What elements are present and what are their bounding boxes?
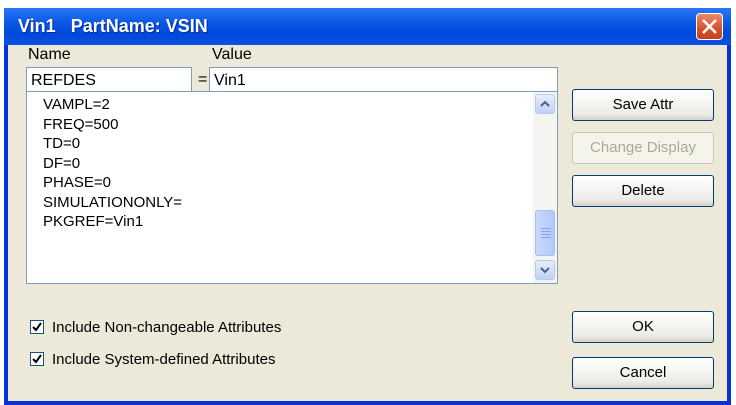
close-icon <box>702 19 717 34</box>
attribute-list-item[interactable]: DF=0 <box>43 154 182 174</box>
close-button[interactable] <box>696 13 723 40</box>
attribute-list-item[interactable]: PHASE=0 <box>43 173 182 193</box>
checkmark-icon <box>32 354 42 364</box>
save-attr-button[interactable]: Save Attr <box>572 89 714 121</box>
chevron-down-icon <box>540 267 550 274</box>
ok-button[interactable]: OK <box>572 311 714 343</box>
include-nonchangeable-option[interactable]: Include Non-changeable Attributes <box>30 319 350 337</box>
include-system-defined-label: Include System-defined Attributes <box>52 351 276 368</box>
attribute-list-item[interactable]: SIMULATIONONLY= <box>43 193 182 213</box>
cancel-button[interactable]: Cancel <box>572 357 714 389</box>
scroll-up-button[interactable] <box>535 94 555 114</box>
value-label: Value <box>212 46 252 63</box>
attribute-list-item[interactable]: PKGREF=Vin1 <box>43 212 182 232</box>
include-nonchangeable-checkbox[interactable] <box>30 320 44 334</box>
vertical-scrollbar[interactable] <box>533 92 557 283</box>
scroll-thumb[interactable] <box>535 210 555 256</box>
include-system-defined-checkbox[interactable] <box>30 352 44 366</box>
scroll-down-button[interactable] <box>535 260 555 280</box>
name-label: Name <box>28 46 71 63</box>
attribute-list-item[interactable]: FREQ=500 <box>43 115 182 135</box>
include-nonchangeable-label: Include Non-changeable Attributes <box>52 319 282 336</box>
dialog-body: Name Value REFDES = Vin1 VAMPL=2 FREQ=500… <box>8 45 727 401</box>
attribute-list-item[interactable]: TD=0 <box>43 134 182 154</box>
delete-button[interactable]: Delete <box>572 175 714 207</box>
dialog-title: Vin1 PartName: VSIN <box>18 16 208 36</box>
attribute-list[interactable]: VAMPL=2 FREQ=500 TD=0 DF=0 PHASE=0 SIMULATION… <box>26 91 558 284</box>
include-system-defined-option[interactable]: Include System-defined Attributes <box>30 351 350 369</box>
title-bar[interactable]: Vin1 PartName: VSIN <box>4 8 731 45</box>
dialog-window: Vin1 PartName: VSIN Name Value REFDES = … <box>4 8 731 405</box>
chevron-up-icon <box>540 100 550 107</box>
checkmark-icon <box>32 322 42 332</box>
attribute-list-item[interactable]: VAMPL=2 <box>43 95 182 115</box>
attribute-lines: VAMPL=2 FREQ=500 TD=0 DF=0 PHASE=0 SIMULATION… <box>43 95 182 232</box>
change-display-button[interactable]: Change Display <box>572 132 714 164</box>
equals-sign: = <box>198 71 208 88</box>
